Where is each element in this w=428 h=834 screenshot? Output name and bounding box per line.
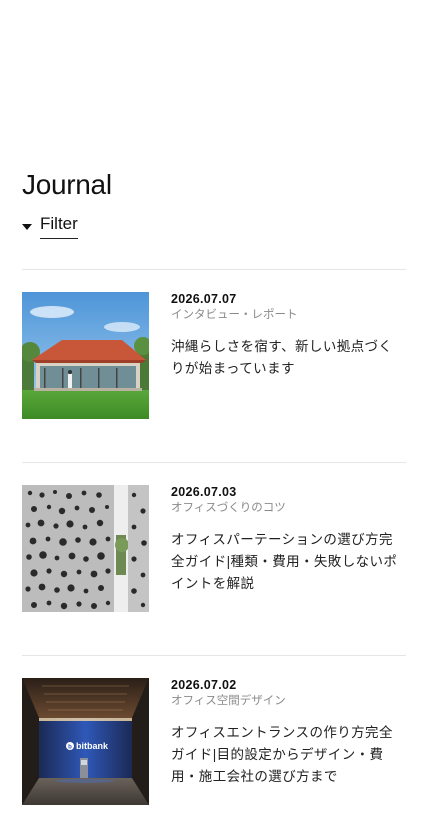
filter-label: Filter	[40, 214, 78, 239]
article-meta: 2026.07.07 インタビュー・レポート 沖縄らしさを宿す、新しい拠点づくり…	[171, 292, 406, 380]
page-title: Journal	[22, 168, 112, 200]
article-thumbnail	[22, 485, 149, 612]
article-thumbnail	[22, 292, 149, 419]
caret-down-icon	[22, 224, 32, 230]
svg-text:b: b	[68, 745, 72, 751]
sign-text: bitbank	[76, 741, 109, 751]
article-headline: オフィスエントランスの作り方完全ガイド|目的設定からデザイン・費用・施工会社の選…	[171, 725, 393, 784]
article-card[interactable]: b bitbank 2026.07.02 オフィス空間デザイン オフィスエントラ…	[22, 678, 406, 806]
okinawa-house-photo	[22, 292, 149, 419]
article-thumbnail: b bitbank	[22, 678, 149, 805]
article-card[interactable]: 2026.07.07 インタビュー・レポート 沖縄らしさを宿す、新しい拠点づくり…	[22, 292, 406, 420]
article-date: 2026.07.07	[171, 292, 237, 306]
article-card[interactable]: 2026.07.03 オフィスづくりのコツ オフィスパーテーションの選び方完全ガ…	[22, 485, 406, 613]
perforated-partition-photo	[22, 485, 149, 612]
office-entrance-photo: b bitbank	[22, 678, 149, 805]
filter-toggle[interactable]: Filter	[22, 214, 78, 239]
article-date: 2026.07.03	[171, 485, 237, 499]
article-meta: 2026.07.02 オフィス空間デザイン オフィスエントランスの作り方完全ガイ…	[171, 678, 406, 788]
article-date: 2026.07.02	[171, 678, 237, 692]
article-headline: 沖縄らしさを宿す、新しい拠点づくりが始まっています	[171, 339, 393, 376]
article-meta: 2026.07.03 オフィスづくりのコツ オフィスパーテーションの選び方完全ガ…	[171, 485, 406, 595]
journal-page: Journal Filter 2026.07.07 インタビュー・レポート 沖縄…	[0, 0, 428, 834]
article-category: インタビュー・レポート	[171, 309, 298, 321]
article-headline: オフィスパーテーションの選び方完全ガイド|種類・費用・失敗しないポイントを解説	[171, 532, 398, 591]
divider	[22, 655, 406, 656]
article-category: オフィスづくりのコツ	[171, 502, 286, 514]
article-category: オフィス空間デザイン	[171, 695, 286, 707]
divider	[22, 462, 406, 463]
divider	[22, 269, 406, 270]
